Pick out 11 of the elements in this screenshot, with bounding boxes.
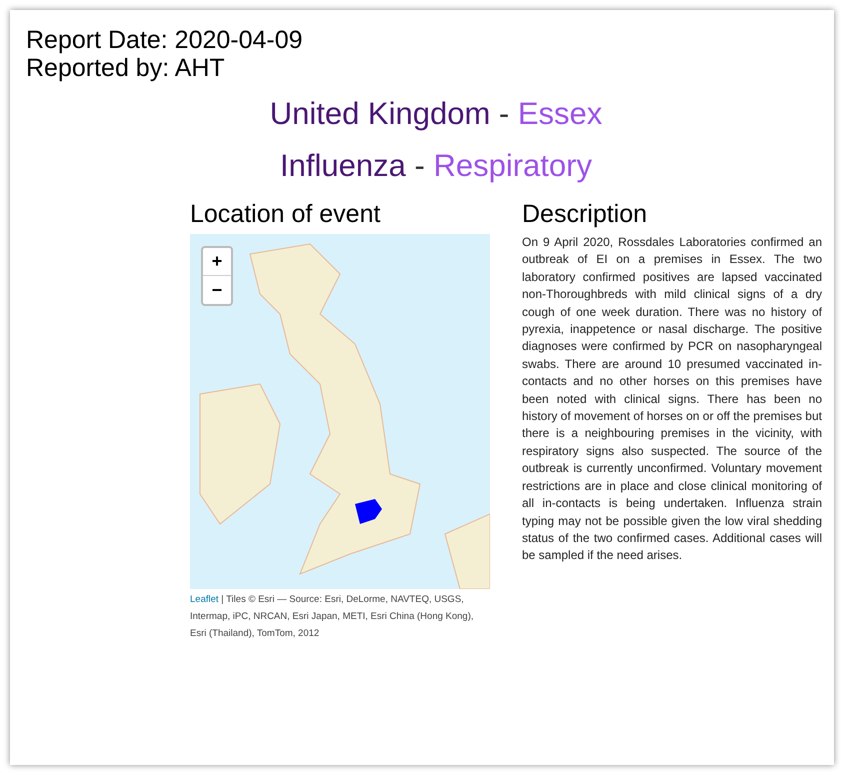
section-title: Location of event: [190, 199, 380, 230]
map-attribution: Leaflet | Tiles © Esri — Source: Esri, DeLorme, NAVTEQ, USGS, Intermap, iPC, NRCAN, Esri Japan, METI, Esri China (Hong Kong), Esri (Thailand), TomTom, 2012: [190, 593, 475, 641]
section-title: Description: [522, 199, 648, 230]
zoom-in-button[interactable]: +: [203, 248, 231, 276]
report-date: Report Date: 2020-04-09: [26, 26, 303, 54]
leaflet-link[interactable]: Leaflet: [190, 594, 219, 605]
event-heading: Influenza - Respiratory: [280, 147, 592, 185]
description-text: On 9 April 2020, Rossdales Laboratories confirmed an outbreak of EI on a premises in Essex. The two laboratory confirmed positives are lapsed vaccinated non-Thoroughbreds with mild clinical signs of a dry cough of one week duration. There was no history of pyrexia, inappetence or nasal discharge. The positive diagnoses were confirmed by PCR on nasopharyngeal swabs. There are around 10 presumed vaccinated in-contacts and no other horses on this premises have been noted with clinical signs. There has been no history of movement of horses on or off the premises but there is a neighbouring premises in the vicinity, with respiratory signs also suspected. The source of the outbreak is currently unconfirmed. Voluntary movement restrictions are in place and close clinical monitoring of all in-contacts is being undertaken. Influenza strain typing may not be possible given the low viral shedding status of the two confirmed cases. Additional cases will be sampled if the need arises.: [522, 234, 822, 564]
event-heading: United Kingdom - Essex: [270, 95, 602, 133]
zoom-out-button[interactable]: −: [203, 276, 231, 304]
reported-by: Reported by: AHT: [26, 54, 225, 82]
